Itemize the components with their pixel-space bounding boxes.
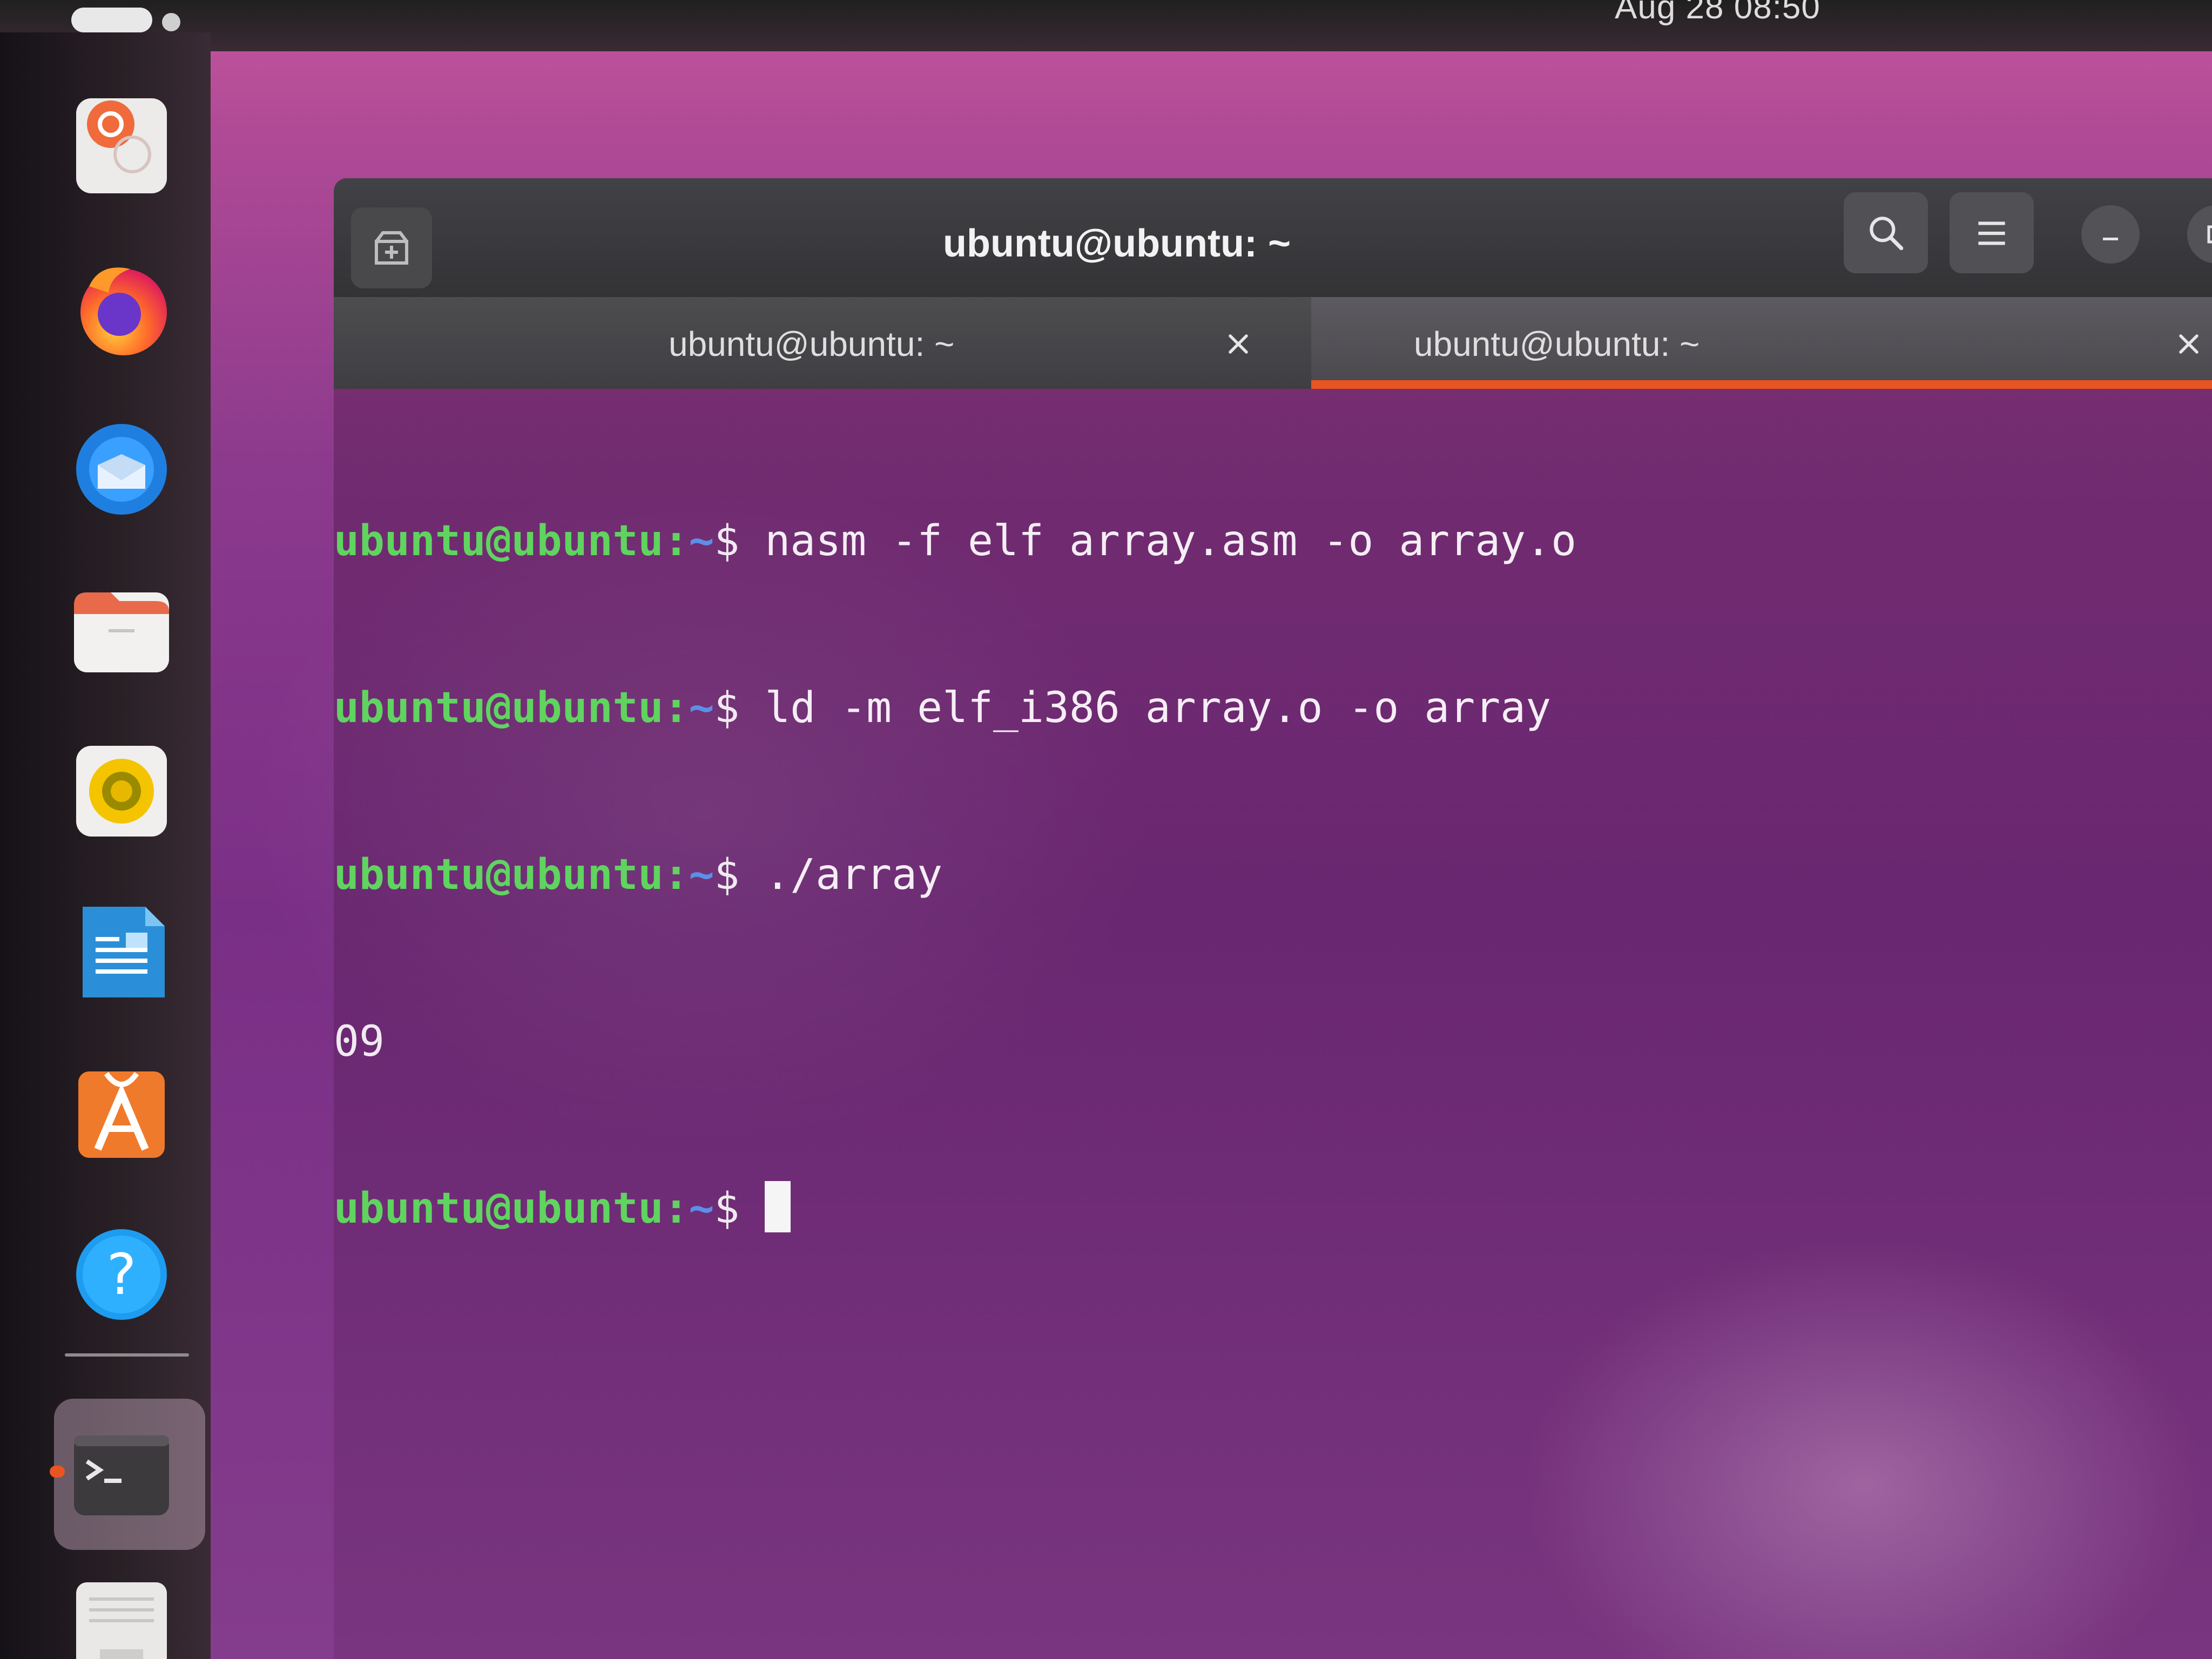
active-tab-indicator — [1311, 380, 2212, 389]
terminal-line: ubuntu@ubuntu:~$ — [334, 1181, 1576, 1237]
firefox-icon — [80, 267, 167, 355]
window-title: ubuntu@ubuntu: ~ — [943, 222, 1291, 265]
prompt-sign: $ — [714, 517, 765, 565]
disk-icon — [76, 1582, 167, 1659]
prompt-sign: $ — [714, 684, 765, 732]
dock-item-writer[interactable] — [65, 895, 178, 1009]
prompt-path: ~ — [689, 517, 714, 565]
new-tab-icon — [375, 231, 408, 265]
dock-item-firefox[interactable] — [65, 251, 178, 365]
prompt-sign: $ — [714, 1184, 765, 1233]
thunderbird-icon — [76, 424, 167, 515]
dock-item-software-center[interactable] — [65, 1056, 178, 1169]
clock[interactable]: Aug 28 08:50 — [1615, 0, 1820, 26]
dock-item-files[interactable] — [65, 572, 178, 686]
workspace-indicator[interactable] — [162, 13, 180, 31]
menu-button[interactable] — [1950, 192, 2034, 273]
program-output: 09 — [334, 1017, 385, 1066]
minimize-button[interactable] — [2081, 205, 2140, 264]
tab-bar: ubuntu@ubuntu: ~ ubuntu@ubuntu: ~ — [334, 297, 2212, 389]
prompt-user: ubuntu@ubuntu — [334, 1184, 664, 1233]
software-center-icon — [78, 1071, 165, 1158]
dock-separator — [65, 1353, 189, 1357]
tab-label: ubuntu@ubuntu: ~ — [1414, 325, 1700, 363]
prompt-colon: : — [663, 1184, 689, 1233]
prompt-path: ~ — [689, 684, 714, 732]
prompt-colon: : — [663, 517, 689, 565]
tab-close-button[interactable] — [1219, 325, 1257, 363]
tab-2[interactable]: ubuntu@ubuntu: ~ — [1311, 297, 2212, 389]
search-button[interactable] — [1844, 192, 1928, 273]
dock-item-thunderbird[interactable] — [65, 410, 178, 524]
prompt-path: ~ — [689, 1184, 714, 1233]
tab-1[interactable]: ubuntu@ubuntu: ~ — [334, 297, 1311, 389]
terminal-line: ubuntu@ubuntu:~$ ld -m elf_i386 array.o … — [334, 680, 1576, 736]
search-icon — [1870, 217, 1904, 251]
files-icon — [74, 592, 169, 672]
prompt-colon: : — [663, 684, 689, 732]
terminal-output[interactable]: ubuntu@ubuntu:~$ nasm -f elf array.asm -… — [334, 402, 1576, 1348]
dock-item-ubuntu-software[interactable] — [65, 89, 178, 203]
command-text: ./array — [765, 851, 943, 899]
close-icon — [2179, 334, 2198, 354]
help-glyph: ? — [106, 1242, 136, 1307]
terminal-icon — [74, 1435, 169, 1515]
dock-item-disks[interactable] — [65, 1569, 178, 1659]
header-bar: ubuntu@ubuntu: ~ — [334, 178, 2212, 297]
command-text: ld -m elf_i386 array.o -o array — [765, 684, 1552, 732]
ubuntu-icon — [76, 98, 167, 193]
maximize-icon — [2207, 225, 2212, 244]
dock-item-help[interactable]: ? — [65, 1218, 178, 1331]
writer-icon — [83, 907, 165, 997]
text-cursor — [765, 1181, 791, 1232]
maximize-button[interactable] — [2187, 205, 2212, 264]
tab-close-button[interactable] — [2170, 325, 2208, 363]
prompt-user: ubuntu@ubuntu — [334, 684, 664, 732]
activities-button[interactable] — [71, 8, 152, 32]
desktop: Aug 28 08:50 ? ubuntu@ubuntu: ~ ubuntu@u… — [0, 0, 2212, 1659]
minimize-icon — [2103, 238, 2118, 240]
prompt-user: ubuntu@ubuntu — [334, 517, 664, 565]
terminal-line: ubuntu@ubuntu:~$ ./array — [334, 847, 1576, 903]
new-tab-button[interactable] — [351, 207, 432, 288]
top-bar: Aug 28 08:50 — [0, 0, 2212, 51]
dock-item-rhythmbox[interactable] — [65, 734, 178, 848]
terminal-line: ubuntu@ubuntu:~$ nasm -f elf array.asm -… — [334, 514, 1576, 569]
dock-item-terminal[interactable] — [65, 1418, 178, 1531]
hamburger-menu-icon — [1978, 221, 2005, 245]
command-text: nasm -f elf array.asm -o array.o — [765, 517, 1577, 565]
running-indicator — [50, 1466, 65, 1478]
prompt-user: ubuntu@ubuntu — [334, 851, 664, 899]
close-icon — [1229, 334, 1248, 354]
prompt-path: ~ — [689, 851, 714, 899]
tab-label: ubuntu@ubuntu: ~ — [669, 325, 955, 363]
rhythmbox-icon — [76, 746, 167, 837]
dock: ? — [0, 32, 211, 1659]
help-icon: ? — [76, 1229, 167, 1320]
terminal-line: 09 — [334, 1014, 1576, 1070]
prompt-sign: $ — [714, 851, 765, 899]
prompt-colon: : — [663, 851, 689, 899]
